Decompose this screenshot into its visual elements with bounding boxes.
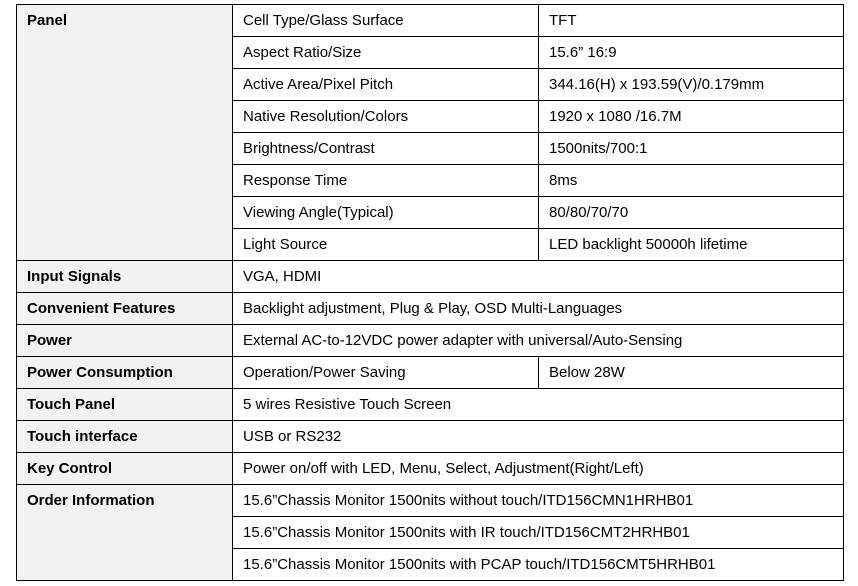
spec-name: Response Time: [232, 164, 539, 197]
spec-name: Viewing Angle(Typical): [232, 196, 539, 229]
spec-table: Panel Cell Type/Glass Surface TFT Aspect…: [16, 4, 844, 581]
category-touch-panel: Touch Panel: [16, 388, 233, 421]
spec-name: Active Area/Pixel Pitch: [232, 68, 539, 101]
spec-name: Operation/Power Saving: [232, 356, 539, 389]
spec-name: Aspect Ratio/Size: [232, 36, 539, 69]
spec-value: 344.16(H) x 193.59(V)/0.179mm: [538, 68, 844, 101]
spec-value: Below 28W: [538, 356, 844, 389]
category-input-signals: Input Signals: [16, 260, 233, 293]
table-row: Key Control Power on/off with LED, Menu,…: [16, 452, 844, 485]
table-row: Touch interface USB or RS232: [16, 420, 844, 453]
spec-value: 5 wires Resistive Touch Screen: [232, 388, 844, 421]
spec-value: 1920 x 1080 /16.7M: [538, 100, 844, 133]
category-power-consumption: Power Consumption: [16, 356, 233, 389]
spec-value: TFT: [538, 4, 844, 37]
table-row: Touch Panel 5 wires Resistive Touch Scre…: [16, 388, 844, 421]
table-row: Power External AC-to-12VDC power adapter…: [16, 324, 844, 357]
spec-value: 80/80/70/70: [538, 196, 844, 229]
table-row: Panel Cell Type/Glass Surface TFT: [16, 4, 844, 261]
table-row: Power Consumption Operation/Power Saving…: [16, 356, 844, 389]
spec-name: Native Resolution/Colors: [232, 100, 539, 133]
spec-value: 8ms: [538, 164, 844, 197]
category-power: Power: [16, 324, 233, 357]
category-panel: Panel: [16, 4, 233, 261]
category-order-information: Order Information: [16, 484, 233, 581]
spec-name: Brightness/Contrast: [232, 132, 539, 165]
spec-value: 1500nits/700:1: [538, 132, 844, 165]
spec-value: External AC-to-12VDC power adapter with …: [232, 324, 844, 357]
category-convenient-features: Convenient Features: [16, 292, 233, 325]
spec-value: VGA, HDMI: [232, 260, 844, 293]
spec-value: Backlight adjustment, Plug & Play, OSD M…: [232, 292, 844, 325]
category-key-control: Key Control: [16, 452, 233, 485]
table-row: Order Information 15.6”Chassis Monitor 1…: [16, 484, 844, 581]
order-item: 15.6”Chassis Monitor 1500nits without to…: [232, 484, 844, 517]
spec-value: USB or RS232: [232, 420, 844, 453]
spec-value: LED backlight 50000h lifetime: [538, 228, 844, 261]
spec-value: Power on/off with LED, Menu, Select, Adj…: [232, 452, 844, 485]
order-item: 15.6”Chassis Monitor 1500nits with IR to…: [232, 516, 844, 549]
category-touch-interface: Touch interface: [16, 420, 233, 453]
spec-name: Cell Type/Glass Surface: [232, 4, 539, 37]
spec-name: Light Source: [232, 228, 539, 261]
order-item: 15.6”Chassis Monitor 1500nits with PCAP …: [232, 548, 844, 581]
spec-value: 15.6” 16:9: [538, 36, 844, 69]
table-row: Input Signals VGA, HDMI: [16, 260, 844, 293]
table-row: Convenient Features Backlight adjustment…: [16, 292, 844, 325]
